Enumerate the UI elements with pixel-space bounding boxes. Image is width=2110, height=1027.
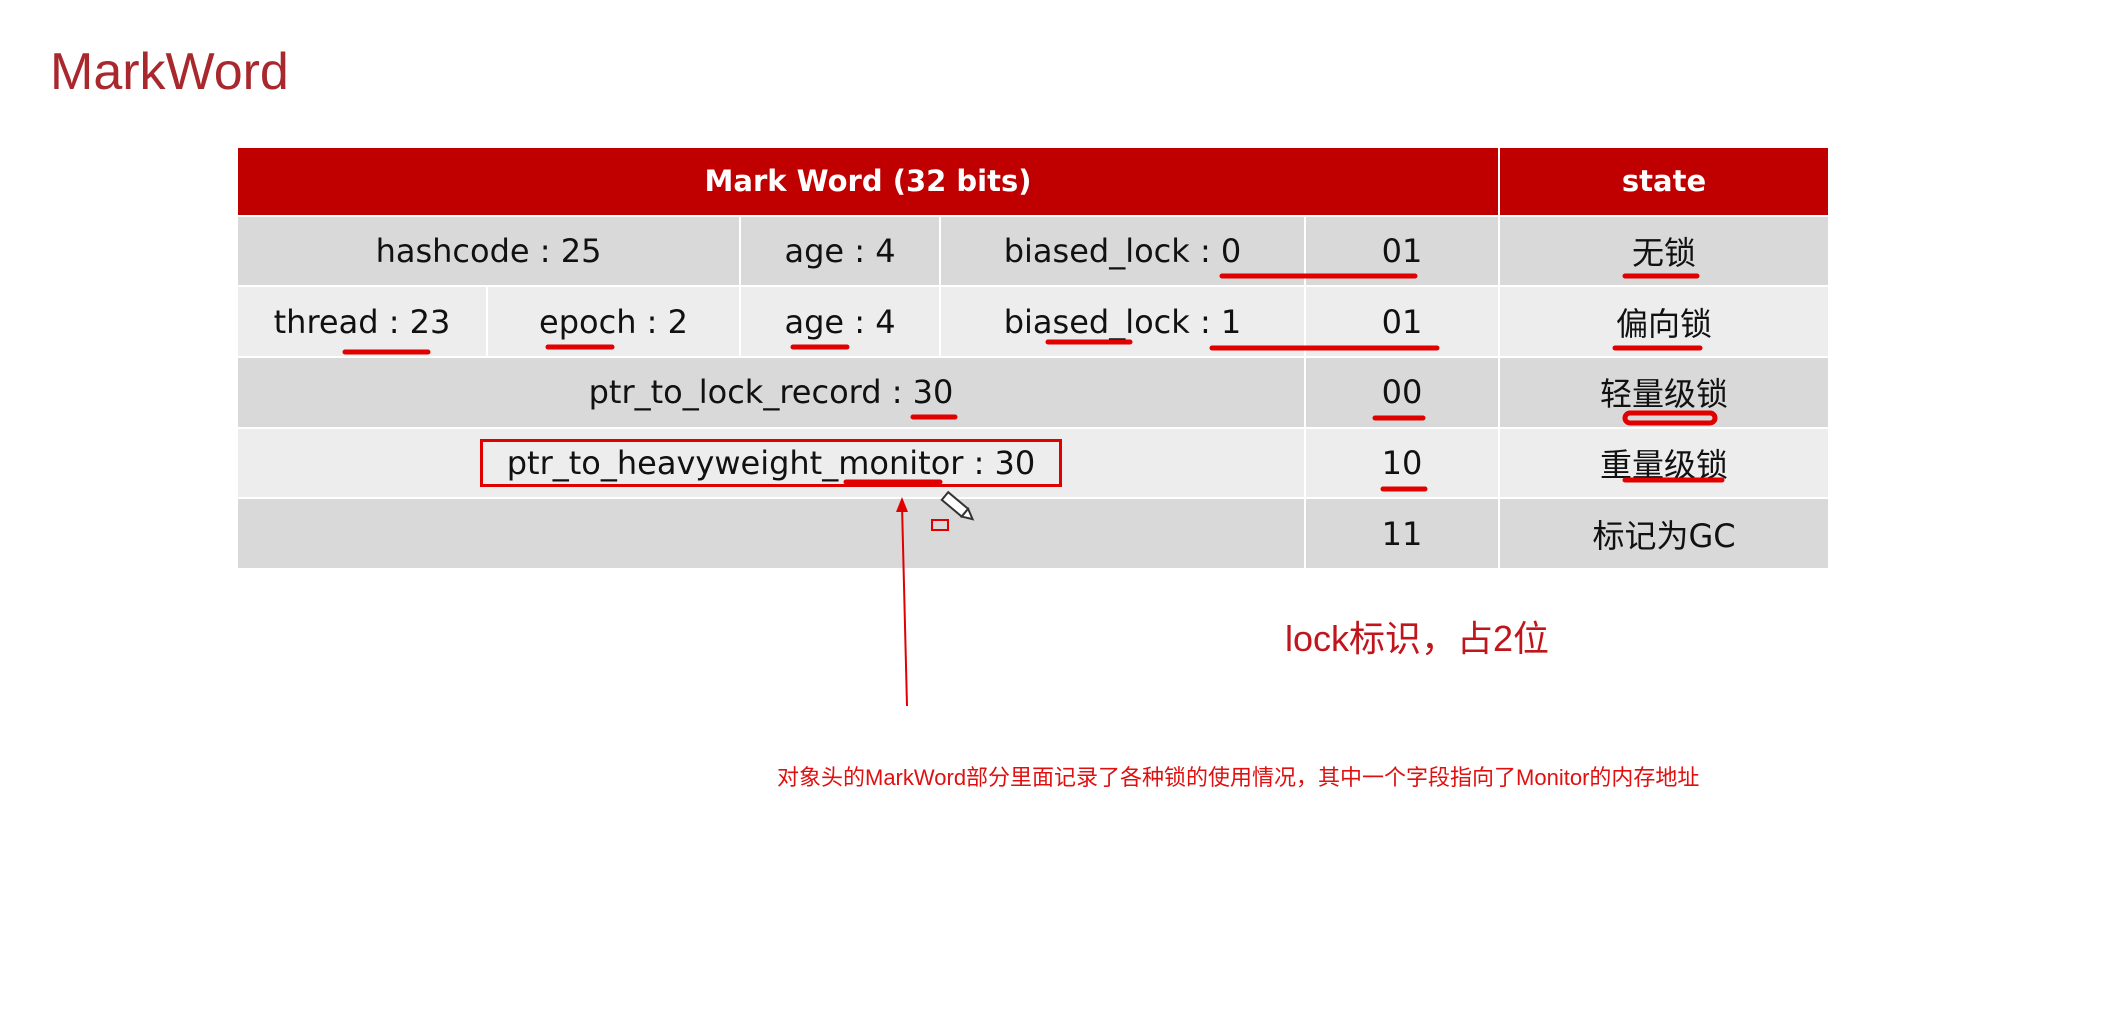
cell-state: 轻量级锁	[1498, 355, 1831, 429]
row-gc: 11 标记为GC	[236, 497, 1831, 570]
cell-lock-bits: 00	[1303, 355, 1501, 429]
cell-epoch: epoch : 2	[486, 285, 741, 358]
cell-lock-bits: 11	[1303, 497, 1501, 570]
row-heavyweight: ptr_to_heavyweight_monitor : 30 10 重量级锁	[236, 426, 1831, 500]
cell-ptr-monitor: ptr_to_heavyweight_monitor : 30	[236, 426, 1306, 500]
cell-lock-bits: 01	[1303, 214, 1501, 288]
caption-text: 对象头的MarkWord部分里面记录了各种锁的使用情况，其中一个字段指向了Mon…	[777, 765, 1700, 790]
header-markword: Mark Word (32 bits)	[235, 146, 1501, 217]
cell-state: 无锁	[1498, 214, 1831, 288]
row-biased: thread : 23 epoch : 2 age : 4 biased_loc…	[236, 285, 1831, 358]
cell-empty	[236, 497, 1306, 570]
cell-thread: thread : 23	[236, 285, 488, 358]
lock-bits-note: lock标识，占2位	[1285, 618, 1550, 659]
page-title: MarkWord	[50, 43, 289, 101]
cell-biased-lock: biased_lock : 1	[939, 285, 1306, 358]
row-unlocked: hashcode : 25 age : 4 biased_lock : 0 01…	[236, 214, 1831, 288]
header-state: state	[1498, 146, 1831, 217]
cell-state: 偏向锁	[1498, 285, 1831, 358]
cell-lock-bits: 01	[1303, 285, 1501, 358]
cell-biased-lock: biased_lock : 0	[939, 214, 1306, 288]
row-lightweight: ptr_to_lock_record : 30 00 轻量级锁	[236, 355, 1831, 429]
cell-hashcode: hashcode : 25	[236, 214, 741, 288]
cell-lock-bits: 10	[1303, 426, 1501, 500]
cell-age: age : 4	[739, 285, 941, 358]
monitor-highlight-box: ptr_to_heavyweight_monitor : 30	[479, 438, 1063, 487]
table-header-row: Mark Word (32 bits) state	[235, 146, 1831, 217]
markword-table: Mark Word (32 bits) state hashcode : 25 …	[235, 146, 1831, 570]
cell-state: 重量级锁	[1498, 426, 1831, 500]
cell-age: age : 4	[739, 214, 941, 288]
cell-ptr-lock-record: ptr_to_lock_record : 30	[236, 355, 1306, 429]
cell-state: 标记为GC	[1498, 497, 1831, 570]
